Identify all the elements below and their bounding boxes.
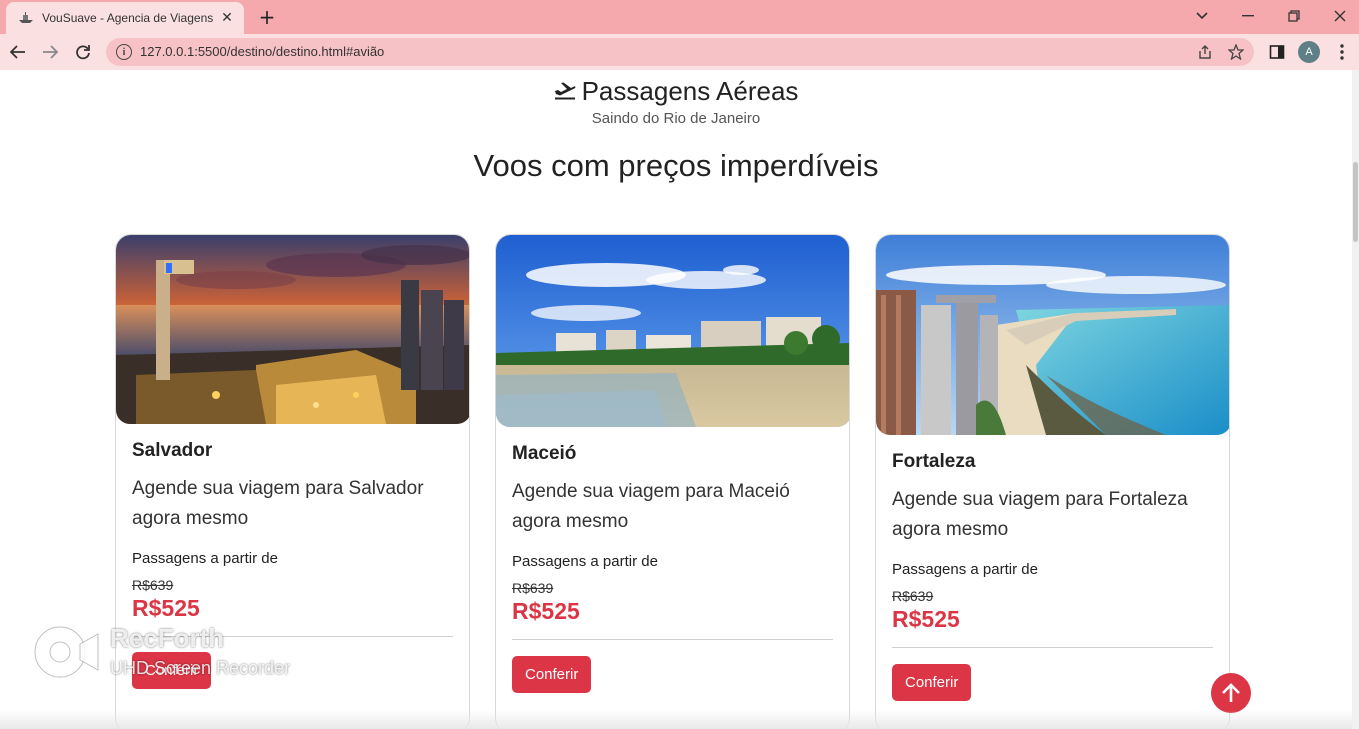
profile-avatar[interactable]: A — [1298, 41, 1320, 63]
page-title-text: Passagens Aéreas — [581, 76, 799, 106]
scrollbar-thumb[interactable] — [1353, 162, 1358, 242]
site-info-icon[interactable]: i — [116, 44, 132, 60]
old-price: R$639 — [132, 577, 174, 593]
minimize-icon[interactable] — [1235, 4, 1261, 28]
address-bar[interactable]: i 127.0.0.1:5500/destino/destino.html#av… — [106, 38, 1254, 66]
card-title: Salvador — [132, 440, 213, 461]
card-text: Agende sua viagem para Fortaleza agora m… — [892, 489, 1188, 540]
forward-arrow-icon[interactable] — [38, 40, 62, 64]
card-body: Fortaleza Agende sua viagem para Fortale… — [892, 451, 1213, 701]
new-tab-icon[interactable]: + — [256, 5, 278, 29]
bottom-fade — [0, 710, 1352, 729]
conferir-button[interactable]: Conferir — [892, 664, 972, 701]
card-text: Agende sua viagem para Maceió agora mesm… — [512, 481, 790, 532]
recorder-watermark: RecForth UHD Screen Recorder — [30, 622, 330, 682]
section-title: Voos com preços imperdíveis — [473, 148, 879, 183]
browser-tab[interactable]: VouSuave - Agencia de Viagens ✕ — [6, 2, 244, 34]
conferir-button[interactable]: Conferir — [512, 656, 592, 693]
card-body: Maceió Agende sua viagem para Maceió ago… — [512, 443, 833, 693]
side-panel-icon[interactable] — [1266, 41, 1288, 63]
current-price: R$525 — [132, 595, 200, 621]
airplane-departure-icon — [554, 76, 576, 107]
browser-toolbar: i 127.0.0.1:5500/destino/destino.html#av… — [0, 34, 1359, 70]
recorder-name: RecForth — [110, 623, 225, 653]
card-title: Fortaleza — [892, 451, 976, 472]
reload-icon[interactable] — [71, 40, 95, 64]
tab-search-icon[interactable] — [1189, 4, 1215, 28]
destination-card-maceio: Maceió Agende sua viagem para Maceió ago… — [495, 234, 850, 729]
old-price: R$639 — [512, 580, 554, 596]
divider — [512, 639, 833, 640]
recorder-logo-icon — [30, 622, 100, 682]
share-icon[interactable] — [1196, 43, 1214, 61]
url-text: 127.0.0.1:5500/destino/destino.html#aviã… — [140, 44, 385, 59]
page-subtitle: Saindo do Rio de Janeiro — [591, 110, 761, 127]
old-price: R$639 — [892, 588, 934, 604]
bookmark-star-icon[interactable] — [1227, 43, 1245, 61]
back-to-top-button[interactable] — [1211, 673, 1251, 713]
divider — [892, 647, 1213, 648]
back-arrow-icon[interactable] — [6, 40, 30, 64]
price-from-label: Passagens a partir de — [892, 561, 1038, 578]
card-text: Agende sua viagem para Salvador agora me… — [132, 478, 424, 529]
current-price: R$525 — [892, 606, 960, 632]
tab-strip: VouSuave - Agencia de Viagens ✕ + — [0, 0, 1359, 34]
fortaleza-photo — [876, 235, 1229, 435]
tab-title: VouSuave - Agencia de Viagens — [42, 11, 214, 25]
close-window-icon[interactable] — [1327, 4, 1353, 28]
salvador-photo — [116, 235, 469, 424]
ship-favicon-icon — [18, 12, 34, 24]
card-title: Maceió — [512, 443, 577, 464]
menu-kebab-icon[interactable] — [1331, 41, 1353, 63]
current-price: R$525 — [512, 598, 580, 624]
price-from-label: Passagens a partir de — [512, 553, 658, 570]
restore-icon[interactable] — [1281, 4, 1307, 28]
page-title: Passagens Aéreas — [0, 76, 1352, 107]
maceio-photo — [496, 235, 849, 427]
recorder-subtitle: UHD Screen Recorder — [110, 658, 291, 678]
close-tab-icon[interactable]: ✕ — [218, 9, 236, 27]
price-from-label: Passagens a partir de — [132, 550, 278, 567]
arrow-up-icon — [1222, 683, 1240, 702]
destination-card-fortaleza: Fortaleza Agende sua viagem para Fortale… — [875, 234, 1230, 729]
vertical-scrollbar[interactable] — [1352, 70, 1359, 729]
